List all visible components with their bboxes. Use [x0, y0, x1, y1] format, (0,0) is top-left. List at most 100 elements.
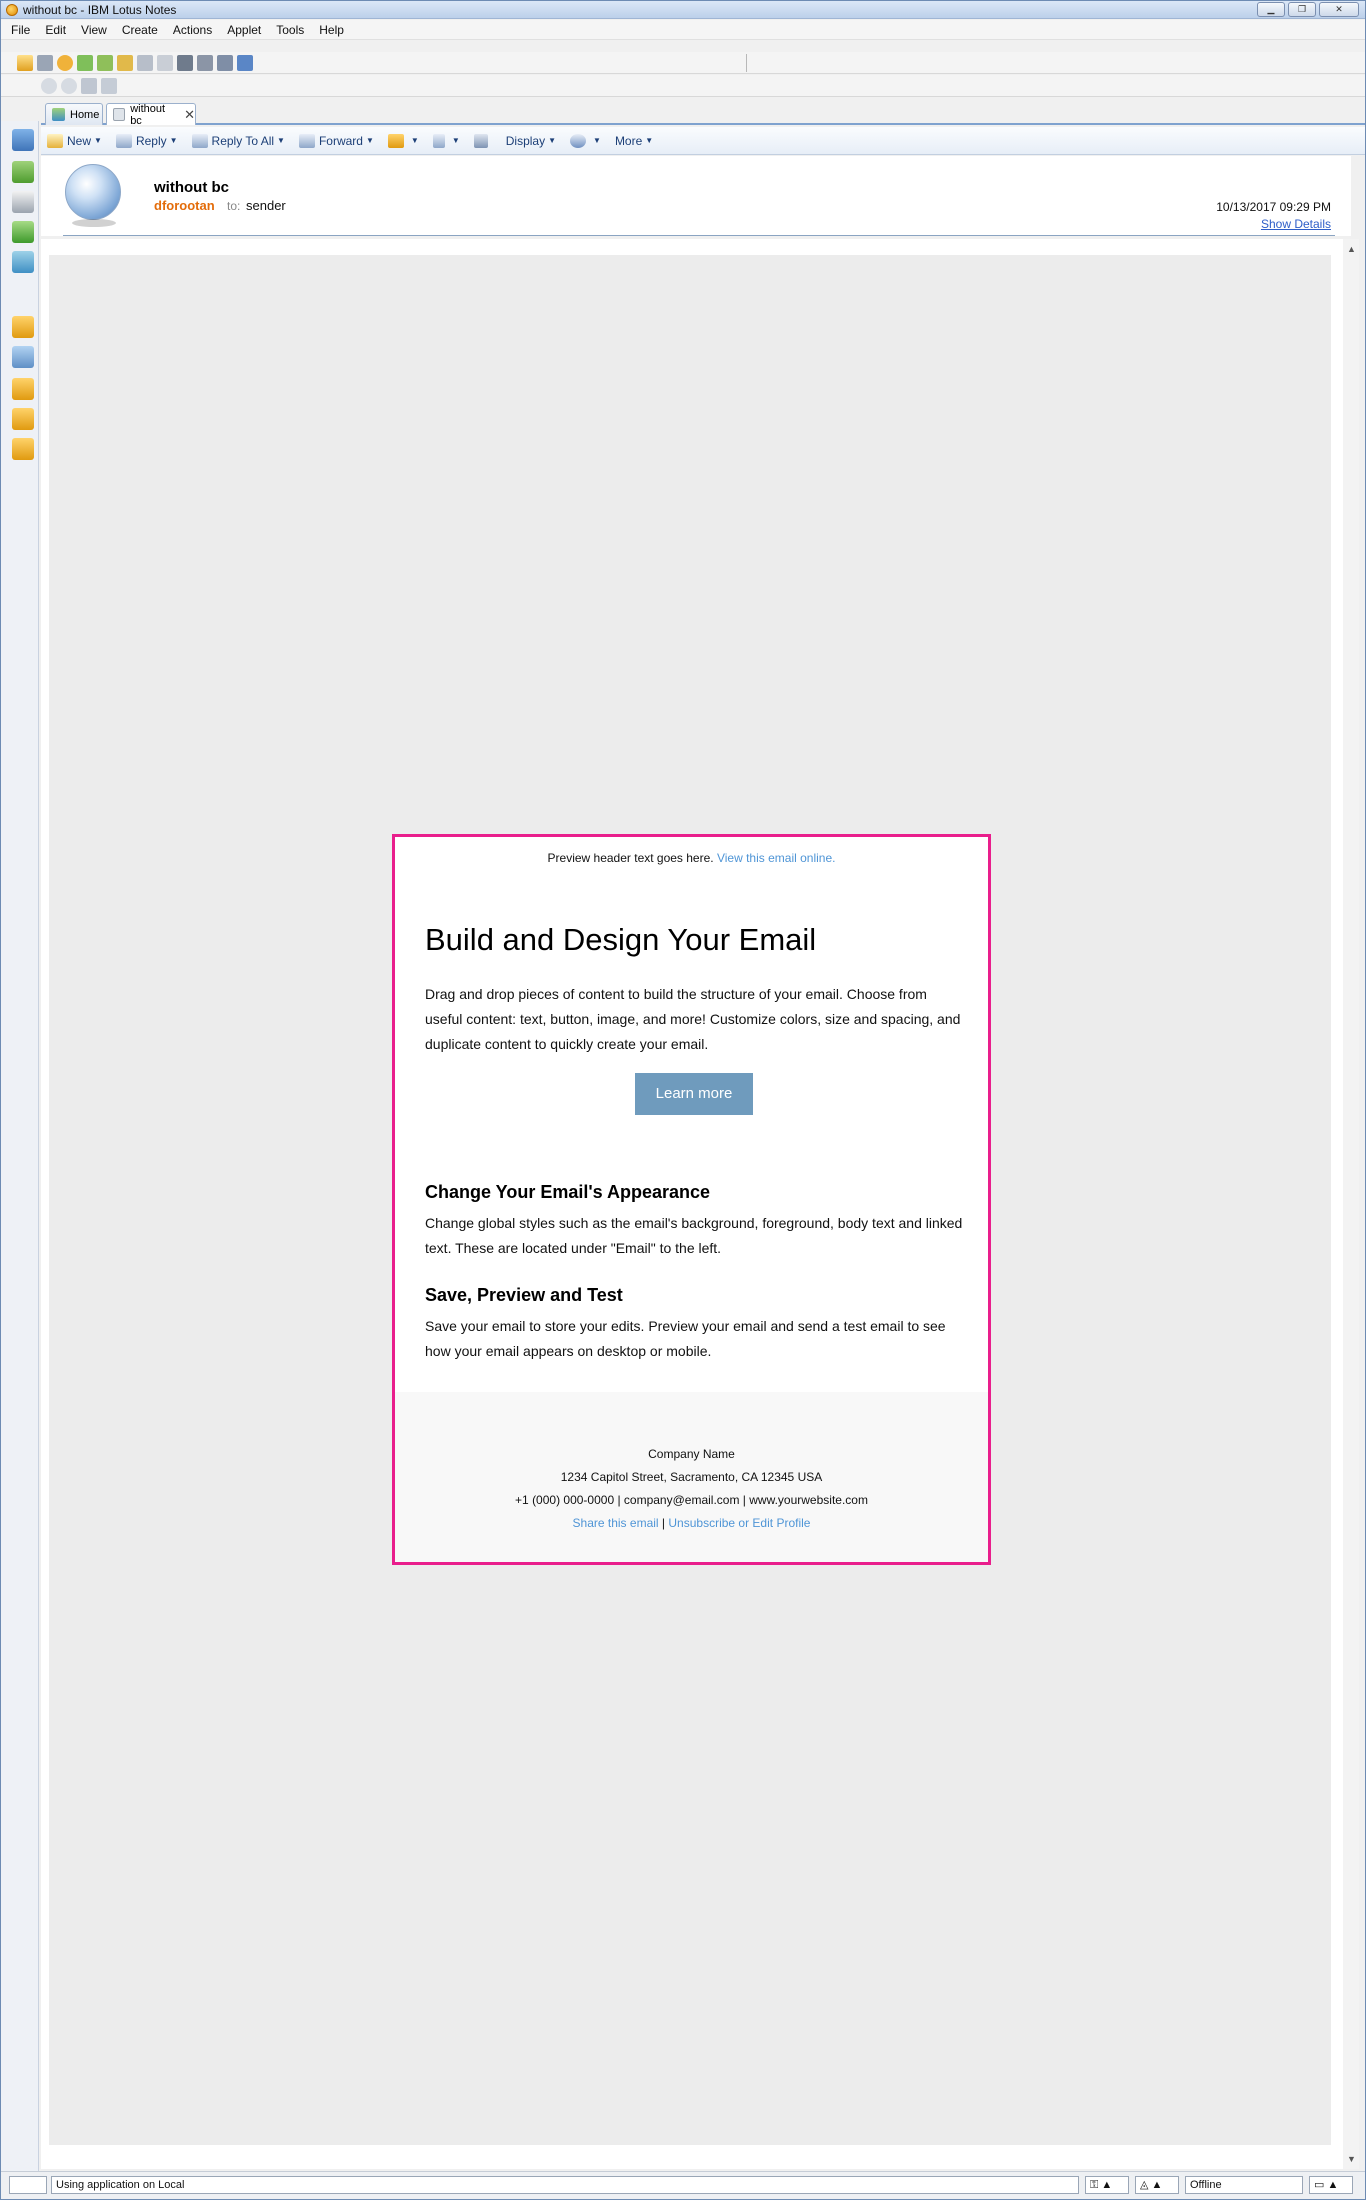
status-message[interactable]: Using application on Local [51, 2176, 1079, 2194]
chat-button[interactable]: ▼ [570, 133, 601, 148]
delete-button[interactable] [473, 133, 492, 148]
close-tab-icon[interactable]: ✕ [184, 107, 195, 123]
preheader: Preview header text goes here. View this… [395, 851, 988, 865]
workspace-icon[interactable] [12, 316, 34, 338]
menu-file[interactable]: File [11, 23, 30, 37]
contacts-icon[interactable] [12, 191, 34, 213]
tab-without-bc[interactable]: without bc ✕ [106, 103, 196, 127]
footer-link-separator: | [661, 1516, 666, 1530]
reply-to-all-button[interactable]: Reply To All ▼ [191, 133, 285, 148]
status-indicator[interactable] [9, 2176, 47, 2194]
preheader-text: Preview header text goes here. [547, 851, 714, 865]
search-icon[interactable] [197, 55, 213, 71]
forward-button[interactable]: Forward ▼ [298, 133, 374, 148]
replication-icon[interactable] [12, 251, 34, 273]
new-button[interactable]: New ▼ [47, 133, 102, 148]
section-save-title: Save, Preview and Test [425, 1285, 623, 1305]
universal-toolbar [1, 52, 1365, 74]
open-icon[interactable] [17, 55, 33, 71]
menu-view[interactable]: View [81, 23, 107, 37]
unsubscribe-link[interactable]: Unsubscribe or Edit Profile [668, 1516, 810, 1530]
sender-name[interactable]: dforootan [154, 198, 215, 213]
section-save-body: Save your email to store your edits. Pre… [425, 1318, 946, 1359]
show-details-link[interactable]: Show Details [1261, 217, 1331, 231]
menu-actions[interactable]: Actions [173, 23, 212, 37]
menu-help[interactable]: Help [319, 23, 344, 37]
chevron-down-icon: ▼ [548, 136, 557, 145]
memo-icon [113, 108, 126, 121]
restore-button[interactable]: ❐ [1288, 2, 1316, 17]
display-button[interactable]: Display ▼ [506, 134, 556, 148]
scroll-down-icon[interactable]: ▼ [1347, 2154, 1356, 2164]
tab-home[interactable]: Home [45, 103, 103, 125]
link-icon[interactable] [77, 55, 93, 71]
document-icon[interactable] [101, 78, 117, 94]
binoculars-icon[interactable] [177, 55, 193, 71]
reply-all-label: Reply To All [211, 133, 275, 148]
chat-icon[interactable] [157, 55, 173, 71]
folder-icon[interactable] [12, 378, 34, 400]
footer-contact: +1 (000) 000-0000 | company@email.com | … [515, 1493, 868, 1507]
reply-button[interactable]: Reply ▼ [115, 133, 178, 148]
link-document-icon[interactable] [97, 55, 113, 71]
globe-avatar-icon [65, 164, 121, 227]
properties-icon[interactable] [217, 55, 233, 71]
menu-applet[interactable]: Applet [227, 23, 261, 37]
info-icon[interactable] [237, 55, 253, 71]
menu-tools[interactable]: Tools [276, 23, 304, 37]
share-email-link[interactable]: Share this email [573, 1516, 659, 1530]
folder-button[interactable]: ▼ [387, 133, 419, 148]
vertical-scrollbar[interactable]: ▲ ▼ [1343, 239, 1359, 2169]
window-title: without bc - IBM Lotus Notes [23, 3, 177, 17]
move-icon[interactable] [137, 55, 153, 71]
replicate-icon[interactable] [57, 55, 73, 71]
follow-up-button[interactable]: ▼ [432, 133, 460, 148]
view-online-link[interactable]: View this email online. [717, 851, 836, 865]
key-icon[interactable]: ⚿ ▲ [1085, 2176, 1129, 2194]
message-subject: without bc [154, 179, 229, 196]
settings-icon[interactable] [81, 78, 97, 94]
reply-all-icon [191, 133, 208, 148]
reply-label: Reply [135, 133, 167, 148]
calendar-icon[interactable] [12, 161, 34, 183]
chat-group-icon[interactable] [61, 78, 77, 94]
mail-icon[interactable] [12, 129, 34, 151]
applications-folder-icon[interactable] [12, 438, 34, 460]
display-label: Display [505, 133, 546, 148]
email-heading: Build and Design Your Email [425, 922, 817, 957]
message-header: without bc dforootan to: sender 10/13/20… [41, 156, 1351, 236]
menu-edit[interactable]: Edit [45, 23, 66, 37]
chevron-down-icon: ▼ [410, 136, 419, 145]
favorites-folder-icon[interactable] [12, 408, 34, 430]
minimize-button[interactable]: ▁ [1257, 2, 1285, 17]
location-selector[interactable]: Offline [1185, 2176, 1303, 2194]
title-bar: without bc - IBM Lotus Notes ▁ ❐ ✕ [1, 1, 1365, 19]
to-label: to: [227, 199, 241, 213]
recipient-name[interactable]: sender [246, 198, 286, 213]
footer-links: Share this email | Unsubscribe or Edit P… [395, 1516, 988, 1530]
menu-bar: File Edit View Create Actions Applet Too… [1, 20, 1365, 40]
trash-icon [473, 133, 488, 148]
todo-icon[interactable] [12, 221, 34, 243]
action-bar: New ▼ Reply ▼ Reply To All ▼ Forward ▼ ▼ ▼ D… [41, 127, 1365, 155]
print-icon[interactable] [37, 55, 53, 71]
chevron-down-icon: ▼ [645, 136, 654, 145]
more-button[interactable]: More ▼ [615, 134, 653, 148]
learn-more-button[interactable]: Learn more [635, 1073, 753, 1115]
signal-icon[interactable]: ◬ ▲ [1135, 2176, 1179, 2194]
inbox-icon[interactable]: ▭ ▲ [1309, 2176, 1353, 2194]
chevron-down-icon: ▼ [94, 136, 102, 145]
menu-create[interactable]: Create [122, 23, 158, 37]
secondary-toolbar [1, 75, 1365, 97]
database-catalog-icon[interactable] [12, 346, 34, 368]
section-appearance-body: Change global styles such as the email's… [425, 1215, 963, 1256]
chat-icon [570, 133, 587, 148]
chat-bubble-icon[interactable] [41, 78, 57, 94]
scroll-up-icon[interactable]: ▲ [1347, 244, 1356, 254]
app-window: without bc - IBM Lotus Notes ▁ ❐ ✕ File … [0, 0, 1366, 2200]
chevron-down-icon: ▼ [277, 136, 285, 145]
database-icon[interactable] [117, 55, 133, 71]
tab-label: Home [70, 108, 100, 121]
close-window-button[interactable]: ✕ [1319, 2, 1359, 17]
email-intro: Drag and drop pieces of content to build… [425, 986, 961, 1052]
